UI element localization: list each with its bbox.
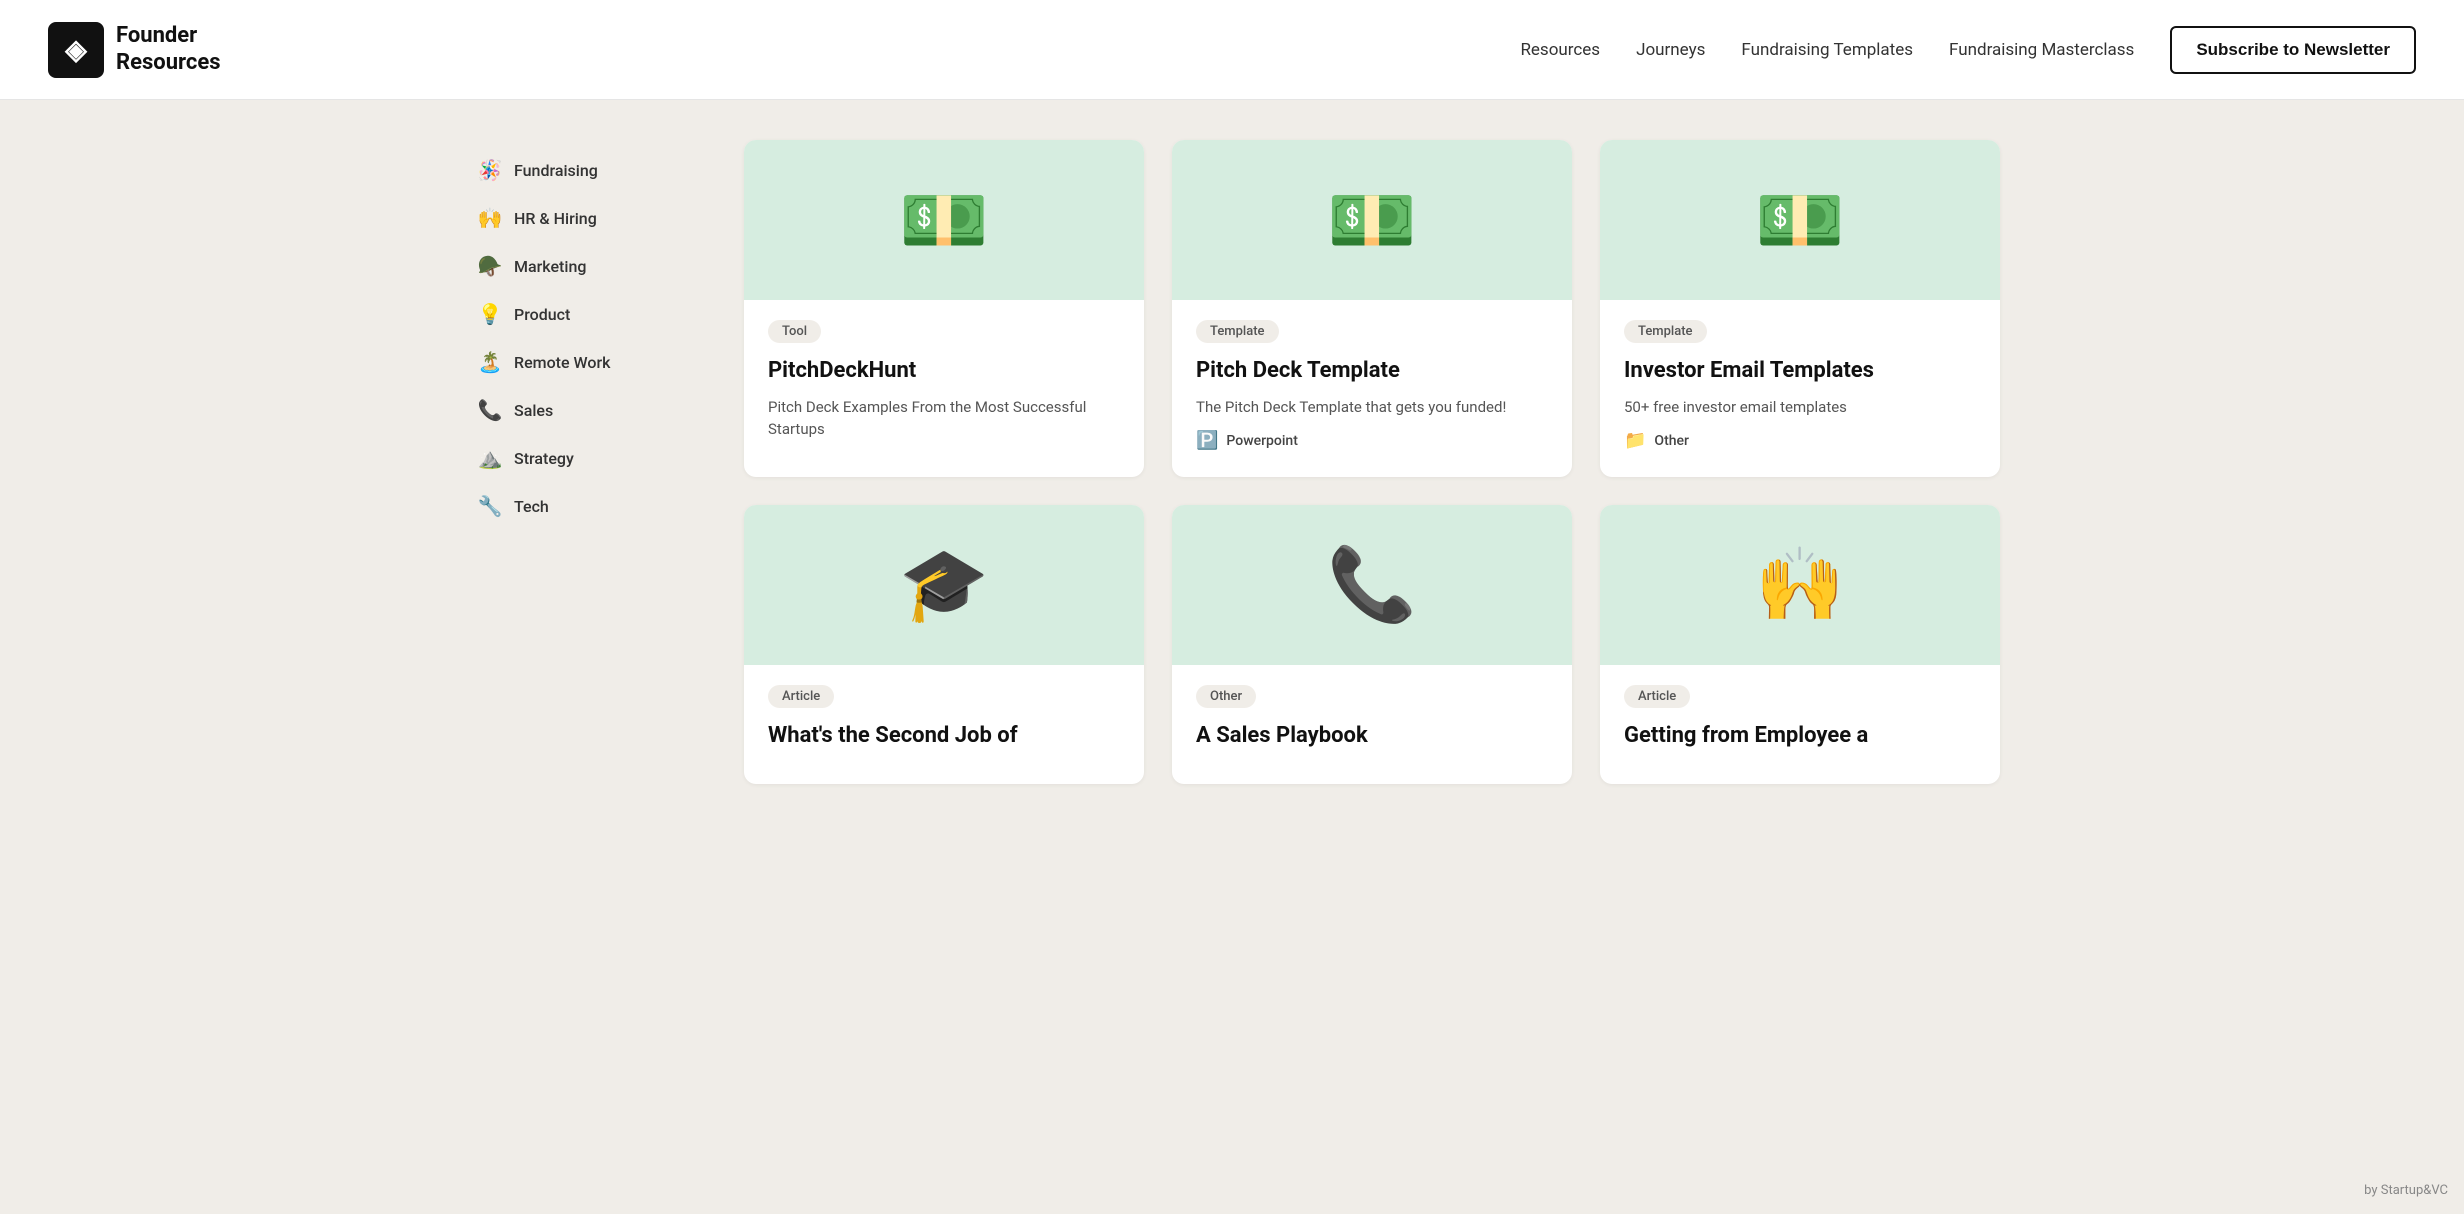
card-badge-second-job: Article (768, 685, 834, 708)
card-badge-pitch-deck: Template (1196, 320, 1279, 343)
meta-label-pitch-deck: Powerpoint (1226, 433, 1297, 449)
sidebar-item-fundraising[interactable]: 🪅 Fundraising (464, 148, 704, 192)
card-badge-sales-playbook: Other (1196, 685, 1256, 708)
cards-grid: 💵 Tool PitchDeckHunt Pitch Deck Examples… (744, 140, 2000, 784)
card-badge-investor-email: Template (1624, 320, 1707, 343)
card-desc-pitchdeckhunt: Pitch Deck Examples From the Most Succes… (768, 396, 1120, 441)
sidebar-label-sales: Sales (514, 401, 553, 420)
card-badge-getting-employee: Article (1624, 685, 1690, 708)
sidebar: 🪅 Fundraising 🙌 HR & Hiring 🪖 Marketing … (464, 140, 704, 784)
sidebar-item-strategy[interactable]: ⛰️ Strategy (464, 436, 704, 480)
hr-icon: 🙌 (476, 206, 504, 230)
logo-icon: ◈ (48, 22, 104, 78)
card-pitchdeckhunt[interactable]: 💵 Tool PitchDeckHunt Pitch Deck Examples… (744, 140, 1144, 477)
card-title-investor-email: Investor Email Templates (1624, 357, 1976, 386)
watermark: by Startup&VC (2364, 1183, 2448, 1198)
marketing-icon: 🪖 (476, 254, 504, 278)
card-title-second-job: What's the Second Job of (768, 722, 1120, 751)
card-title-sales-playbook: A Sales Playbook (1196, 722, 1548, 751)
card-second-job[interactable]: 🎓 Article What's the Second Job of (744, 505, 1144, 785)
card-image-getting-employee: 🙌 (1600, 505, 2000, 665)
sales-icon: 📞 (476, 398, 504, 422)
other-icon: 📁 (1624, 430, 1646, 451)
card-desc-pitch-deck: The Pitch Deck Template that gets you fu… (1196, 396, 1548, 419)
tech-icon: 🔧 (476, 494, 504, 518)
card-investor-email[interactable]: 💵 Template Investor Email Templates 50+ … (1600, 140, 2000, 477)
card-badge-pitchdeckhunt: Tool (768, 320, 821, 343)
card-desc-investor-email: 50+ free investor email templates (1624, 396, 1976, 419)
card-getting-employee[interactable]: 🙌 Article Getting from Employee a (1600, 505, 2000, 785)
card-body-second-job: Article What's the Second Job of (744, 665, 1144, 785)
nav-resources[interactable]: Resources (1520, 40, 1600, 60)
cards-area: 💵 Tool PitchDeckHunt Pitch Deck Examples… (744, 140, 2000, 784)
fundraising-icon: 🪅 (476, 158, 504, 182)
sidebar-item-remote-work[interactable]: 🏝️ Remote Work (464, 340, 704, 384)
sidebar-item-product[interactable]: 💡 Product (464, 292, 704, 336)
sidebar-label-product: Product (514, 305, 570, 324)
strategy-icon: ⛰️ (476, 446, 504, 470)
logo[interactable]: ◈ Founder Resources (48, 22, 221, 78)
sidebar-item-marketing[interactable]: 🪖 Marketing (464, 244, 704, 288)
card-image-second-job: 🎓 (744, 505, 1144, 665)
card-pitch-deck-template[interactable]: 💵 Template Pitch Deck Template The Pitch… (1172, 140, 1572, 477)
sidebar-label-marketing: Marketing (514, 257, 586, 276)
sidebar-label-tech: Tech (514, 497, 549, 516)
product-icon: 💡 (476, 302, 504, 326)
logo-text: Founder Resources (116, 23, 221, 76)
remote-work-icon: 🏝️ (476, 350, 504, 374)
card-title-pitch-deck: Pitch Deck Template (1196, 357, 1548, 386)
card-title-pitchdeckhunt: PitchDeckHunt (768, 357, 1120, 386)
sidebar-item-hr-hiring[interactable]: 🙌 HR & Hiring (464, 196, 704, 240)
card-meta-investor-email: 📁 Other (1624, 430, 1976, 451)
card-image-investor-email: 💵 (1600, 140, 2000, 300)
card-image-pitch-deck: 💵 (1172, 140, 1572, 300)
card-body-sales-playbook: Other A Sales Playbook (1172, 665, 1572, 785)
card-body-pitch-deck: Template Pitch Deck Template The Pitch D… (1172, 300, 1572, 475)
card-sales-playbook[interactable]: 📞 Other A Sales Playbook (1172, 505, 1572, 785)
nav-journeys[interactable]: Journeys (1636, 40, 1705, 60)
nav-fundraising-masterclass[interactable]: Fundraising Masterclass (1949, 40, 2134, 60)
main-nav: Resources Journeys Fundraising Templates… (1520, 26, 2416, 74)
card-image-pitchdeckhunt: 💵 (744, 140, 1144, 300)
sidebar-item-sales[interactable]: 📞 Sales (464, 388, 704, 432)
card-body-getting-employee: Article Getting from Employee a (1600, 665, 2000, 785)
sidebar-label-hr: HR & Hiring (514, 209, 597, 228)
sidebar-item-tech[interactable]: 🔧 Tech (464, 484, 704, 528)
header: ◈ Founder Resources Resources Journeys F… (0, 0, 2464, 100)
card-title-getting-employee: Getting from Employee a (1624, 722, 1976, 751)
meta-label-investor-email: Other (1654, 433, 1689, 449)
main-layout: 🪅 Fundraising 🙌 HR & Hiring 🪖 Marketing … (432, 100, 2032, 824)
card-body-investor-email: Template Investor Email Templates 50+ fr… (1600, 300, 2000, 475)
nav-fundraising-templates[interactable]: Fundraising Templates (1741, 40, 1913, 60)
sidebar-label-strategy: Strategy (514, 449, 574, 468)
card-body-pitchdeckhunt: Tool PitchDeckHunt Pitch Deck Examples F… (744, 300, 1144, 477)
card-meta-pitch-deck: 🅿️ Powerpoint (1196, 430, 1548, 451)
powerpoint-icon: 🅿️ (1196, 430, 1218, 451)
sidebar-label-remote-work: Remote Work (514, 353, 610, 372)
card-image-sales-playbook: 📞 (1172, 505, 1572, 665)
subscribe-button[interactable]: Subscribe to Newsletter (2170, 26, 2416, 74)
sidebar-label-fundraising: Fundraising (514, 161, 598, 180)
